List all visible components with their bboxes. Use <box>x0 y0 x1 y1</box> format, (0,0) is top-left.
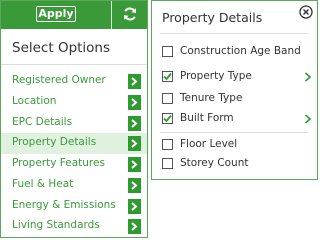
divider <box>160 33 308 34</box>
apply-button[interactable]: Apply <box>36 6 76 22</box>
close-icon[interactable] <box>299 5 313 19</box>
menu-item-fuel-heat[interactable]: Fuel & Heat <box>1 175 147 196</box>
menu-item-label: Fuel & Heat <box>12 178 74 190</box>
option-floor-level[interactable]: Floor Level <box>160 137 310 153</box>
checkbox[interactable] <box>162 158 173 169</box>
checkbox[interactable] <box>162 46 173 57</box>
chevron-right-icon[interactable] <box>128 136 141 151</box>
option-label: Tenure Type <box>180 92 243 104</box>
option-label: Property Type <box>180 70 252 82</box>
option-storey-count[interactable]: Storey Count <box>160 156 310 172</box>
checkbox-checked[interactable] <box>162 113 173 124</box>
chevron-right-icon[interactable] <box>304 72 312 82</box>
toolbar-divider <box>111 1 112 29</box>
chevron-right-icon[interactable] <box>128 199 141 214</box>
select-options-title: Select Options <box>12 40 111 56</box>
menu-item-label: Living Standards <box>12 219 100 231</box>
option-tenure-type[interactable]: Tenure Type <box>160 91 310 107</box>
divider <box>1 64 147 65</box>
option-construction-age-band[interactable]: Construction Age Band <box>160 44 310 60</box>
check-icon <box>163 114 172 123</box>
menu-item-label: EPC Details <box>12 116 73 128</box>
chevron-right-icon[interactable] <box>128 157 141 172</box>
menu-item-energy-emissions[interactable]: Energy & Emissions <box>1 196 147 217</box>
menu-item-label: Property Features <box>12 157 105 169</box>
checkbox[interactable] <box>162 93 173 104</box>
menu-item-label: Energy & Emissions <box>12 199 116 211</box>
menu-item-property-features[interactable]: Property Features <box>1 154 147 175</box>
option-label: Storey Count <box>180 157 249 169</box>
menu-item-label: Registered Owner <box>12 74 106 86</box>
menu-item-label: Property Details <box>12 136 97 148</box>
option-property-type[interactable]: Property Type <box>160 69 312 85</box>
toolbar: Apply <box>1 1 147 29</box>
chevron-right-icon[interactable] <box>304 114 312 124</box>
property-details-panel: Property Details Construction Age Band P… <box>151 0 318 180</box>
divider <box>160 132 308 133</box>
chevron-right-icon[interactable] <box>128 219 141 234</box>
option-label: Construction Age Band <box>180 45 301 57</box>
chevron-right-icon[interactable] <box>128 116 141 131</box>
select-options-panel: Apply Select Options Registered Owner Lo… <box>0 0 148 238</box>
menu-item-location[interactable]: Location <box>1 92 147 113</box>
chevron-right-icon[interactable] <box>128 95 141 110</box>
menu-item-label: Location <box>12 95 57 107</box>
chevron-right-icon[interactable] <box>128 178 141 193</box>
menu-item-registered-owner[interactable]: Registered Owner <box>1 71 147 92</box>
chevron-right-icon[interactable] <box>128 74 141 89</box>
menu-item-epc-details[interactable]: EPC Details <box>1 113 147 134</box>
refresh-icon[interactable] <box>122 6 138 22</box>
checkbox[interactable] <box>162 139 173 150</box>
menu-item-living-standards[interactable]: Living Standards <box>1 216 147 237</box>
check-icon <box>163 72 172 81</box>
option-label: Floor Level <box>180 138 238 150</box>
option-built-form[interactable]: Built Form <box>160 111 312 127</box>
option-label: Built Form <box>180 112 234 124</box>
checkbox-checked[interactable] <box>162 71 173 82</box>
menu-item-property-details[interactable]: Property Details <box>1 133 147 154</box>
property-details-title: Property Details <box>162 10 263 25</box>
